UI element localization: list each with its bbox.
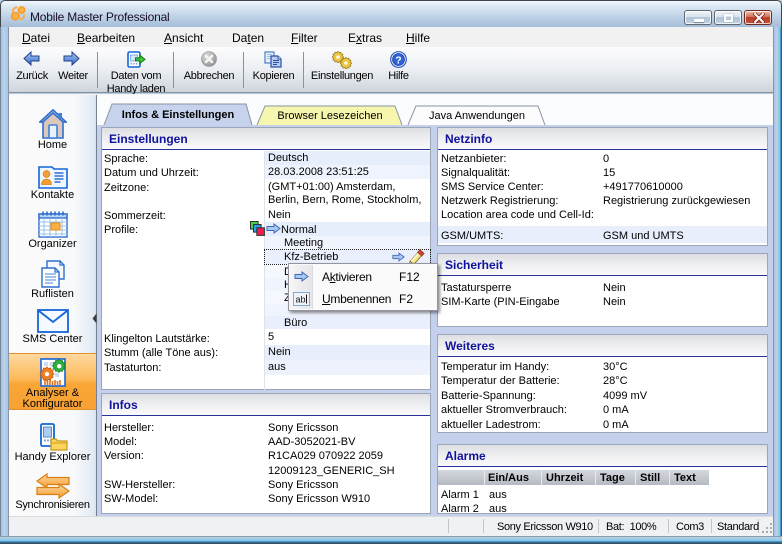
svg-text:?: ?: [395, 54, 401, 66]
svg-text:ab: ab: [295, 295, 305, 305]
